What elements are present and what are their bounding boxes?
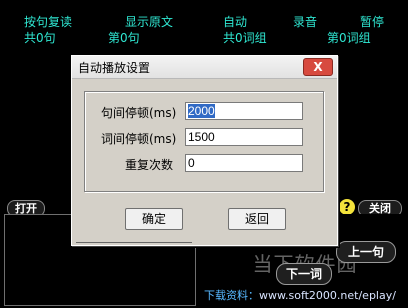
word-pause-field[interactable]: 1500 [185, 128, 303, 146]
ok-button[interactable]: 确定 [125, 208, 183, 230]
next-phrase-button[interactable]: 下一词 [276, 263, 332, 285]
dialog-title: 自动播放设置 [78, 60, 151, 75]
sentence-current: 第0句 [108, 31, 140, 45]
help-icon[interactable]: ? [339, 199, 355, 215]
pause-label[interactable]: 暂停 [360, 15, 384, 29]
download-url[interactable]: www.soft2000.net/eplay/ [259, 289, 396, 302]
dialog-separator [76, 242, 192, 243]
phrase-current: 第0词组 [327, 31, 371, 45]
phrase-total: 共0词组 [223, 31, 267, 45]
show-original-text[interactable]: 显示原文 [125, 15, 173, 29]
repeat-count-label: 重复次数 [125, 158, 174, 172]
back-button[interactable]: 返回 [228, 208, 286, 230]
auto-play-settings-dialog: 自动播放设置 X 句间停顿(ms) 2000 词间停顿(ms) 1500 重复次… [71, 55, 338, 246]
sentence-pause-field[interactable]: 2000 [185, 102, 303, 120]
dialog-titlebar: 自动播放设置 X [72, 56, 337, 79]
sentence-pause-label: 句间停顿(ms) [101, 106, 177, 120]
sentence-repeat-mode[interactable]: 按句复读 [24, 15, 72, 29]
auto-mode[interactable]: 自动 [223, 15, 247, 29]
sentence-pause-value: 2000 [188, 104, 215, 118]
settings-group: 句间停顿(ms) 2000 词间停顿(ms) 1500 重复次数 0 [84, 91, 324, 192]
word-pause-label: 词间停顿(ms) [101, 132, 177, 146]
download-info[interactable]: 下载资料：www.soft2000.net/eplay/ [204, 287, 396, 303]
repeat-count-field[interactable]: 0 [185, 154, 303, 172]
download-label: 下载资料： [204, 289, 259, 302]
close-icon[interactable]: X [303, 58, 333, 76]
previous-sentence-button[interactable]: 上一句 [336, 241, 396, 263]
record-label[interactable]: 录音 [293, 15, 317, 29]
sentence-total: 共0句 [24, 31, 56, 45]
